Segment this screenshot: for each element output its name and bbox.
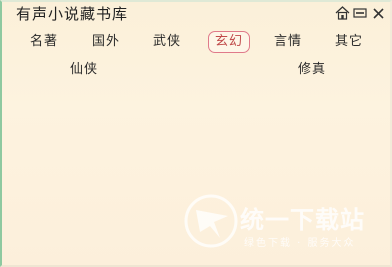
home-button[interactable]	[334, 5, 350, 21]
minimize-icon	[353, 8, 367, 18]
close-icon	[372, 7, 384, 19]
minimize-button[interactable]	[352, 5, 368, 21]
category-nav: 名著 国外 武侠 玄幻 言情 其它 仙侠 修真	[2, 31, 390, 77]
category-yanqing[interactable]: 言情	[274, 32, 302, 52]
category-xuanhuan[interactable]: 玄幻	[208, 31, 251, 53]
brand-logo-icon	[184, 194, 238, 248]
home-icon	[335, 6, 349, 20]
title-bar: 有声小说藏书库	[2, 2, 390, 24]
app-title: 有声小说藏书库	[16, 5, 129, 23]
category-guowai[interactable]: 国外	[92, 32, 120, 52]
category-wuxia[interactable]: 武侠	[153, 32, 181, 52]
category-qita[interactable]: 其它	[335, 32, 363, 52]
close-button[interactable]	[370, 5, 386, 21]
watermark-tagline: 绿色下载 · 服务大众	[244, 238, 356, 249]
category-xianxia[interactable]: 仙侠	[70, 60, 98, 80]
app-window: 有声小说藏书库 名著 国外 武侠 玄幻 言情 其它 仙侠 修真 统一下载站 绿色…	[0, 0, 392, 267]
window-controls	[334, 5, 386, 21]
category-xiuzhen[interactable]: 修真	[298, 60, 326, 80]
category-mingzhu[interactable]: 名著	[30, 32, 58, 52]
watermark: 统一下载站 绿色下载 · 服务大众	[184, 190, 384, 252]
watermark-brand: 统一下载站	[240, 206, 365, 234]
